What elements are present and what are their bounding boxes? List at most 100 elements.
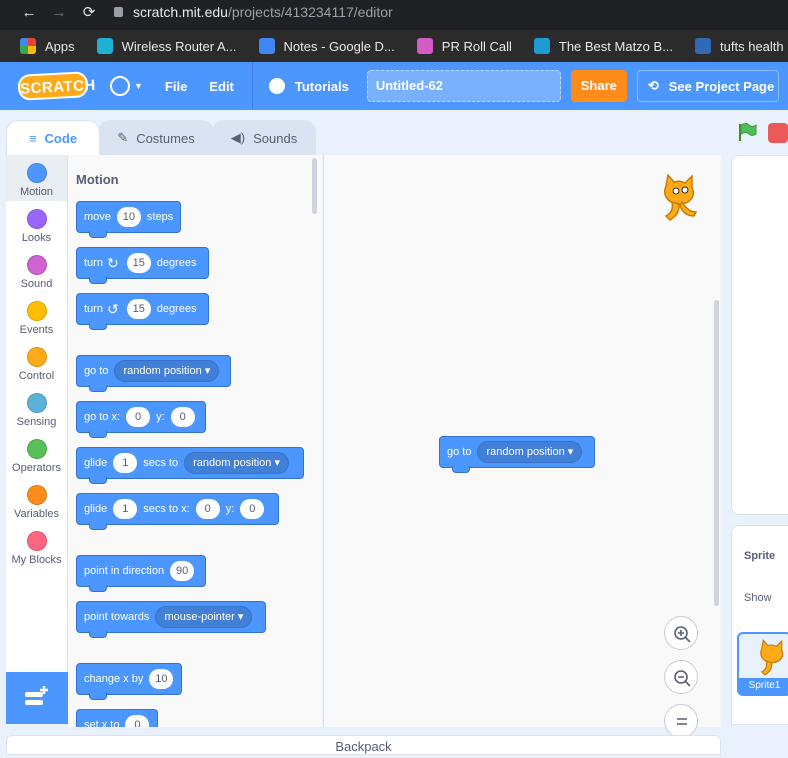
stop-icon[interactable] [768,123,788,143]
secs-input[interactable]: 1 [113,453,138,473]
zoom-in-button[interactable] [664,616,698,650]
category-label: Looks [21,232,52,244]
router-icon [96,38,113,54]
goto-target-dropdown[interactable]: random position ▾ [477,441,583,463]
block-text: steps [146,211,174,223]
category-events[interactable]: Events [6,293,67,339]
reload-button[interactable]: ⟳ [74,3,104,21]
category-motion[interactable]: Motion [6,155,67,201]
share-button[interactable]: Share [570,70,627,102]
block-text: go to [84,365,109,377]
tab-sounds[interactable]: ◀) Sounds [212,120,316,155]
category-operators[interactable]: Operators [6,431,67,477]
bookmark-notes[interactable]: Notes - Google D... [258,38,395,54]
bookmark-router[interactable]: Wireless Router A... [96,38,237,54]
project-title-input[interactable]: Untitled-62 [366,70,561,102]
block-glide-to[interactable]: glide 1 secs to random position ▾ [76,447,304,484]
lightbulb-icon [268,78,285,94]
block-go-to-xy[interactable]: go to x: 0 y: 0 [76,401,206,438]
tab-code[interactable]: ≡ Code [6,120,100,155]
palette-scrollbar[interactable] [312,158,317,214]
stage[interactable] [731,155,788,515]
degrees-input[interactable]: 15 [126,253,151,273]
file-menu[interactable]: File [165,79,187,94]
towards-target-dropdown[interactable]: mouse-pointer ▾ [155,606,253,628]
set-x-input[interactable]: 0 [125,715,150,727]
goto-target-dropdown[interactable]: random position ▾ [114,360,220,382]
zoom-out-button[interactable] [664,660,698,694]
category-sensing[interactable]: Sensing [6,385,67,431]
sprite-cat-icon [664,173,698,221]
block-text: set x to [84,719,120,727]
block-text: point towards [84,611,150,623]
script-area[interactable]: go to random position ▾ [323,155,721,727]
tutorials-button[interactable]: Tutorials [295,79,349,94]
dropdown-value: random position [193,457,272,469]
block-turn-left[interactable]: turn ↺ 15 degrees [76,293,209,330]
block-change-x[interactable]: change x by 10 [76,663,182,700]
block-go-to[interactable]: go to random position ▾ [76,355,231,392]
direction-input[interactable]: 90 [170,561,195,581]
glide-target-dropdown[interactable]: random position ▾ [184,452,289,474]
see-project-page-button[interactable]: ⟲ See Project Page [636,70,779,102]
speaker-icon: ◀) [230,130,246,145]
script-block-go-to[interactable]: go to random position ▾ [439,436,595,473]
degrees-input[interactable]: 15 [126,299,151,319]
looks-dot-icon [26,209,47,229]
brush-icon: ✎ [117,130,129,145]
backpack[interactable]: Backpack [6,735,721,755]
bookmark-matzo[interactable]: The Best Matzo B... [533,38,674,54]
y-input[interactable]: 0 [170,407,195,427]
block-set-x[interactable]: set x to 0 [76,709,158,727]
category-looks[interactable]: Looks [6,201,67,247]
scratch-logo[interactable]: SCRATCH [17,71,96,101]
bookmark-label: The Best Matzo B... [558,38,674,54]
x-input[interactable]: 0 [126,407,151,427]
apps-grid-icon [20,38,36,54]
category-label: Operators [12,462,61,474]
see-project-label: See Project Page [668,78,775,94]
category-control[interactable]: Control [6,339,67,385]
category-variables[interactable]: Variables [6,477,67,523]
block-move-steps[interactable]: move 10 steps [76,201,181,238]
block-text: secs to x: [143,503,190,515]
tab-label: Sounds [253,130,298,146]
edit-menu[interactable]: Edit [209,79,234,94]
zoom-reset-button[interactable] [664,704,698,738]
sound-dot-icon [26,255,47,275]
globe-icon[interactable] [110,76,130,96]
category-label: My Blocks [11,554,62,566]
block-turn-right[interactable]: turn ↻ 15 degrees [76,247,209,284]
block-point-direction[interactable]: point in direction 90 [76,555,206,592]
change-x-input[interactable]: 10 [149,669,174,689]
secs-input[interactable]: 1 [113,499,138,519]
block-text: glide [84,503,108,515]
bookmark-label: PR Roll Call [441,38,512,54]
block-point-towards[interactable]: point towards mouse-pointer ▾ [76,601,266,638]
script-area-scrollbar[interactable] [714,300,719,606]
bookmark-apps[interactable]: Apps [20,38,75,54]
block-glide-to-xy[interactable]: glide 1 secs to x: 0 y: 0 [76,493,279,530]
steps-input[interactable]: 10 [116,207,141,227]
bookmark-tufts[interactable]: tufts health [695,38,784,54]
address-bar[interactable]: scratch.mit.edu/projects/413234117/edito… [114,4,393,20]
palette-section-title: Motion [76,172,119,187]
category-sound[interactable]: Sound [6,247,67,293]
tab-label: Code [44,130,78,146]
back-button[interactable]: ← [14,4,44,21]
add-extension-button[interactable] [6,672,68,724]
forward-button[interactable]: → [44,4,74,21]
tab-costumes[interactable]: ✎ Costumes [98,120,214,155]
category-my-blocks[interactable]: My Blocks [6,523,67,569]
control-dot-icon [26,347,47,367]
sprite-tile[interactable]: Sprite1 [737,632,788,696]
bookmark-pr-roll-call[interactable]: PR Roll Call [416,38,512,54]
bookmark-label: tufts health [720,38,784,54]
green-flag-icon[interactable] [737,122,757,142]
y-input[interactable]: 0 [240,499,265,519]
bag-icon [533,38,550,54]
browser-toolbar: ← → ⟳ scratch.mit.edu/projects/413234117… [0,0,788,24]
block-text: move [84,211,111,223]
add-extension-icon [25,686,48,705]
x-input[interactable]: 0 [195,499,220,519]
